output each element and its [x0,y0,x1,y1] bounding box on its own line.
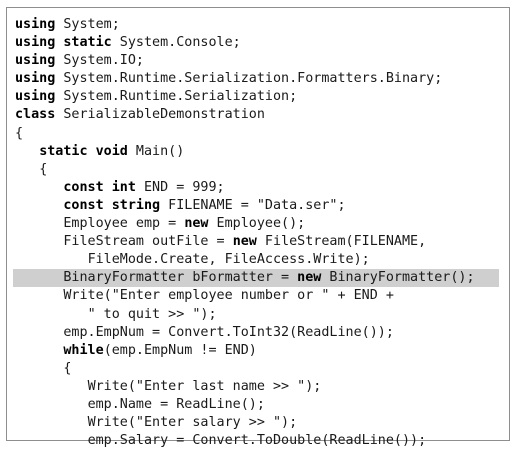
code-text: Main() [127,143,185,159]
code-line: emp.EmpNum = Convert.ToInt32(ReadLine())… [15,324,505,342]
code-line: using System.IO; [15,52,505,70]
code-text: FileStream(FILENAME, [256,234,427,250]
code-text: BinaryFormatter(); [321,270,475,286]
code-line: Write("Enter salary >> "); [15,414,505,432]
code-text: (emp.EmpNum != END) [103,342,257,358]
code-text: FileStream outFile = [63,234,233,250]
code-line: static void Main() [15,143,505,161]
code-keyword: using [15,71,56,87]
code-text: Employee emp = [63,216,185,232]
code-line: " to quit >> "); [15,306,505,324]
code-keyword: static [63,35,112,51]
code-text: Write("Enter salary >> "); [87,415,298,431]
code-line: const string FILENAME = "Data.ser"; [15,197,505,215]
code-text: FileMode.Create, FileAccess.Write); [87,252,370,268]
code-keyword: const [63,179,104,195]
code-text: Write("Enter last name >> "); [87,378,322,394]
code-keyword: new [297,270,322,286]
code-line: Write("Enter employee number or " + END … [15,287,505,305]
code-line: using System; [15,16,505,34]
code-line: while(emp.EmpNum != END) [15,342,505,360]
code-keyword: string [111,197,161,213]
code-text: System.Console; [111,35,241,51]
code-text: FILENAME = "Data.ser"; [160,197,346,213]
code-line: Write("Enter last name >> "); [15,378,505,396]
code-text: System.Runtime.Serialization; [55,89,298,105]
code-line: emp.Name = ReadLine(); [15,396,505,414]
code-keyword: new [184,216,209,232]
code-text: " to quit >> "); [87,306,217,322]
code-line: using System.Runtime.Serialization.Forma… [15,70,505,88]
code-listing-panel: using System; using static System.Console… [6,7,510,448]
code-keyword: class [15,107,56,123]
code-keyword: using [15,53,56,69]
code-text: BinaryFormatter bFormatter = [63,270,298,286]
code-text: emp.EmpNum = Convert.ToInt32(ReadLine())… [63,324,394,340]
code-keyword: int [111,179,136,195]
code-text: emp.Salary = Convert.ToDouble(ReadLine()… [87,433,427,449]
code-text: { [63,360,72,376]
code-keyword: void [95,143,128,159]
code-keyword: new [232,234,257,250]
code-line: FileMode.Create, FileAccess.Write); [15,251,505,269]
code-keyword: using [15,35,56,51]
code-text: { [15,125,24,141]
code-text: System; [55,17,120,32]
code-keyword: using [15,17,56,32]
code-text: emp.Name = ReadLine(); [87,396,265,412]
code-text: { [39,161,48,177]
code-keyword: static [39,143,88,159]
code-line: const int END = 999; [15,179,505,197]
code-text: Write("Enter employee number or " + END … [63,288,394,304]
code-listing: using System; using static System.Console… [13,16,505,450]
code-line: { [15,360,505,378]
code-line: FileStream outFile = new FileStream(FILE… [15,233,505,251]
code-line: { [15,161,505,179]
code-line: using static System.Console; [15,34,505,52]
code-line: class SerializableDemonstration [15,106,505,124]
code-keyword: while [63,342,104,358]
code-line: Employee emp = new Employee(); [15,215,505,233]
highlighted-code-line: BinaryFormatter bFormatter = new BinaryF… [13,269,499,288]
code-text: END = 999; [135,179,225,195]
code-line: using System.Runtime.Serialization; [15,88,505,106]
code-text: System.Runtime.Serialization.Formatters.… [55,71,443,87]
code-text: System.IO; [55,53,144,69]
code-keyword: using [15,89,56,105]
code-line: emp.Salary = Convert.ToDouble(ReadLine()… [15,432,505,450]
code-text: Employee(); [208,216,306,232]
code-keyword: const [63,197,104,213]
code-line: { [15,125,505,143]
code-text: SerializableDemonstration [55,107,265,123]
